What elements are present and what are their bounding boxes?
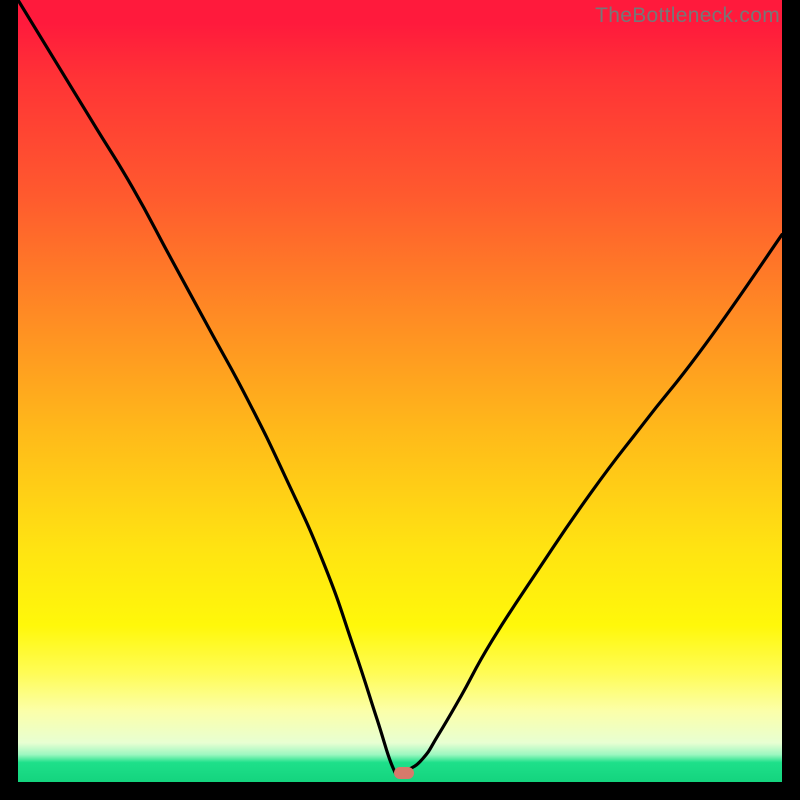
minimum-marker xyxy=(394,767,414,779)
curve-svg xyxy=(18,0,782,782)
bottleneck-curve xyxy=(18,0,782,775)
plot-area xyxy=(18,0,782,782)
chart-canvas: TheBottleneck.com xyxy=(0,0,800,800)
